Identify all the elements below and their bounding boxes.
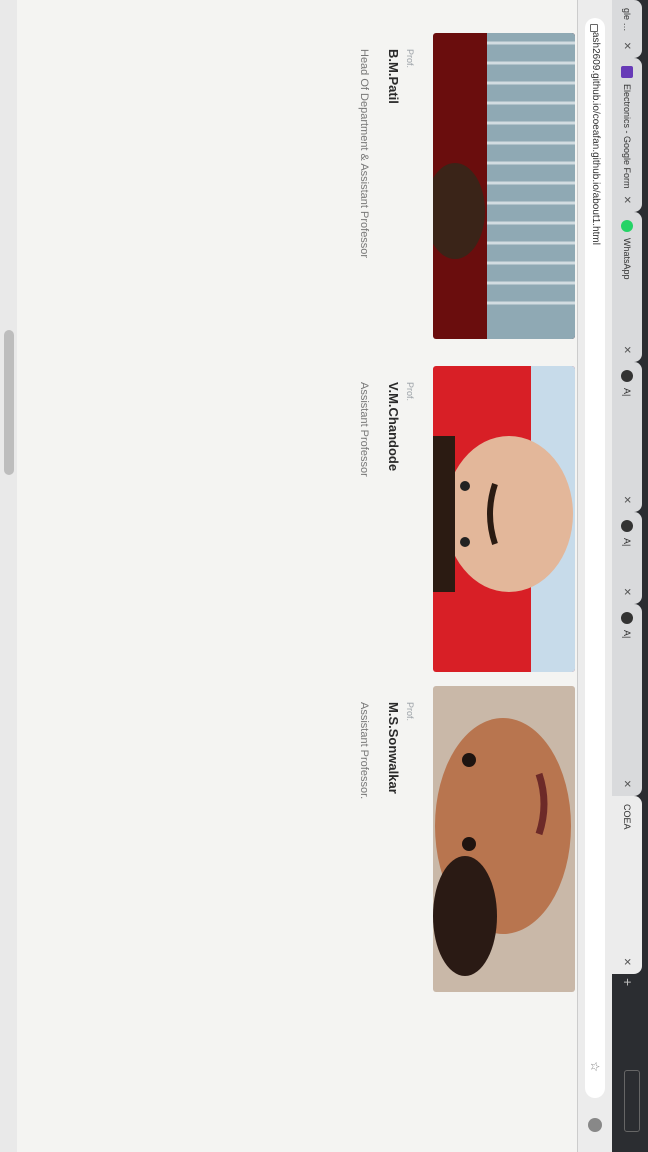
faculty-name: M.S.Sonwalkar <box>386 702 401 794</box>
close-tab-icon[interactable]: ✕ <box>622 496 633 504</box>
faculty-prefix: Prof. <box>405 702 415 722</box>
faculty-prefix: Prof. <box>405 49 415 69</box>
url-text: ash2609.github.io/coeafan.github.io/abou… <box>590 32 601 245</box>
tab-title: A| <box>622 388 632 397</box>
tab-strip: gle Drive ✕ Electronics - Google Form ✕ … <box>612 0 648 1152</box>
faculty-photo <box>433 686 575 992</box>
close-tab-icon[interactable]: ✕ <box>622 346 633 354</box>
profile-icon[interactable] <box>588 1118 602 1132</box>
tab-github-1[interactable]: A| ✕ <box>612 362 642 512</box>
tab-title: WhatsApp <box>622 238 632 280</box>
bookmark-star-icon[interactable]: ☆ <box>585 1061 605 1072</box>
url-field[interactable]: ash2609.github.io/coeafan.github.io/abou… <box>585 18 605 1098</box>
browser-window: gle Drive ✕ Electronics - Google Form ✕ … <box>0 0 648 1152</box>
tab-google-form[interactable]: Electronics - Google Form ✕ <box>612 58 642 212</box>
faculty-role: Assistant Professor <box>358 382 370 477</box>
faculty-card: Prof. B.M.Patil Head Of Department & Ass… <box>358 33 575 339</box>
tab-whatsapp[interactable]: WhatsApp ✕ <box>612 212 642 362</box>
tab-coea[interactable]: COEA ✕ <box>612 796 642 974</box>
close-tab-icon[interactable]: ✕ <box>622 196 633 204</box>
whatsapp-icon <box>621 220 633 232</box>
close-tab-icon[interactable]: ✕ <box>622 958 633 966</box>
tab-title: A| <box>622 630 632 639</box>
github-icon <box>621 612 633 624</box>
tab-title: COEA <box>622 804 632 830</box>
tab-github-2[interactable]: A| ✕ <box>612 512 642 604</box>
window-controls[interactable] <box>624 1070 640 1132</box>
faculty-card: Prof. V.M.Chandode Assistant Professor <box>358 366 575 672</box>
faculty-name: V.M.Chandode <box>386 382 401 472</box>
github-icon <box>621 520 633 532</box>
close-tab-icon[interactable]: ✕ <box>622 780 633 788</box>
lock-icon <box>590 24 598 32</box>
faculty-role: Head Of Department & Assistant Professor <box>358 49 370 259</box>
tab-github-3[interactable]: A| ✕ <box>612 604 642 796</box>
tab-title: Electronics - Google Form <box>622 84 632 189</box>
faculty-name: B.M.Patil <box>386 49 401 104</box>
google-forms-icon <box>621 66 633 78</box>
close-tab-icon[interactable]: ✕ <box>622 588 633 596</box>
scrollbar-thumb[interactable] <box>4 330 14 475</box>
tab-drive[interactable]: gle Drive ✕ <box>612 0 642 58</box>
faculty-card: Prof. M.S.Sonwalkar Assistant Professor. <box>358 686 575 992</box>
faculty-photo <box>433 366 575 672</box>
horizontal-scrollbar[interactable] <box>0 0 17 1152</box>
address-bar: ash2609.github.io/coeafan.github.io/abou… <box>577 0 612 1152</box>
faculty-role: Assistant Professor. <box>358 702 370 800</box>
faculty-photo <box>433 33 575 339</box>
tab-title: gle Drive <box>622 8 632 38</box>
new-tab-button[interactable]: + <box>620 978 636 986</box>
page-content: Prof. B.M.Patil Head Of Department & Ass… <box>17 0 577 1152</box>
github-icon <box>621 370 633 382</box>
close-tab-icon[interactable]: ✕ <box>622 42 633 50</box>
faculty-prefix: Prof. <box>405 382 415 402</box>
tab-title: A| <box>622 538 632 547</box>
